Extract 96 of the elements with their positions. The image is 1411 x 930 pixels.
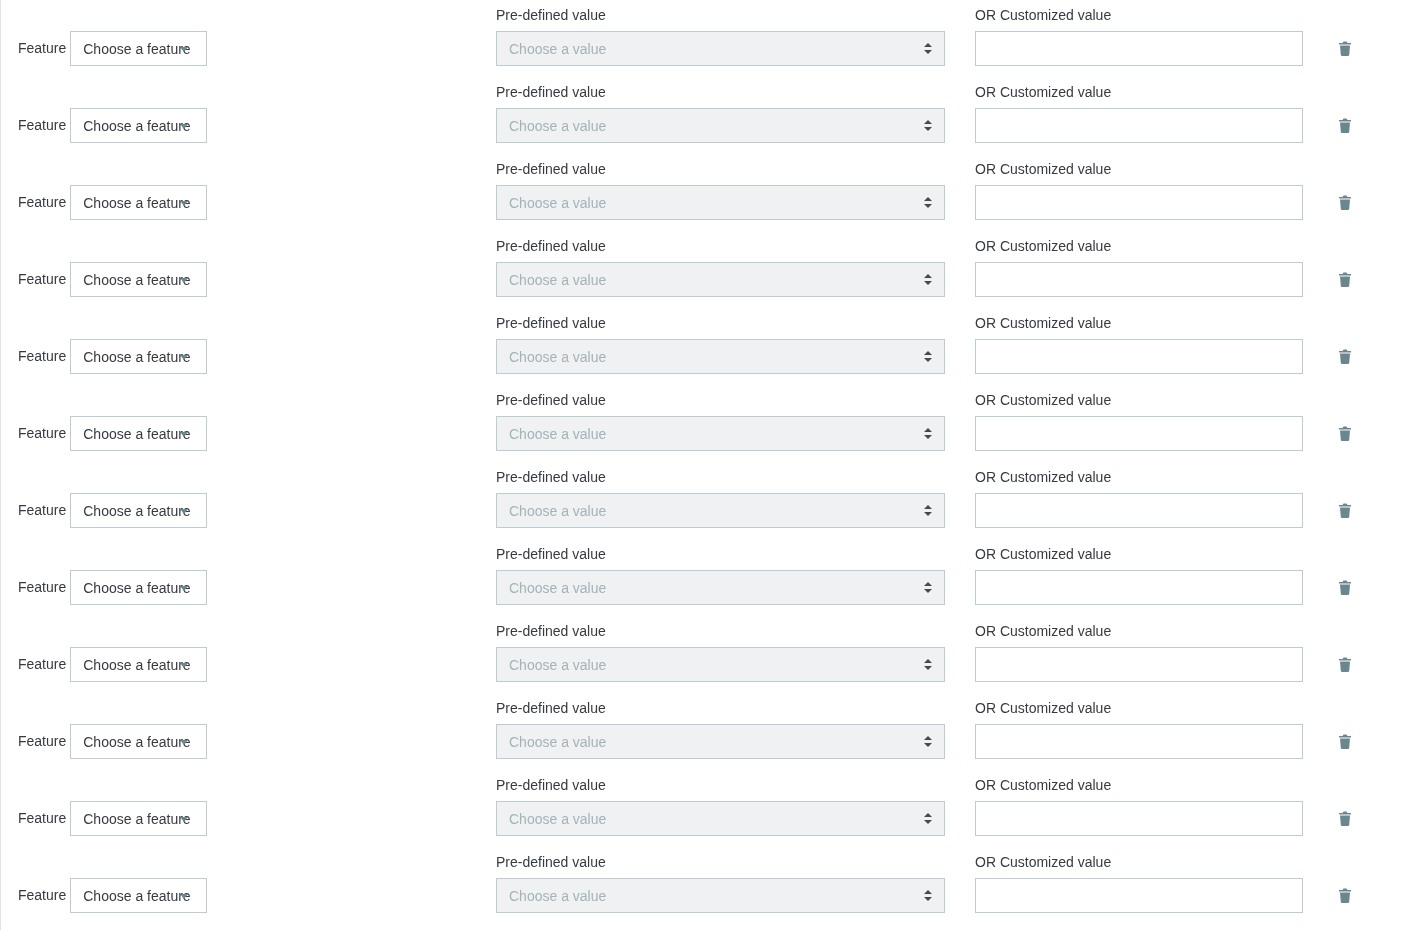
customized-value-label: OR Customized value bbox=[975, 546, 1113, 563]
caret-icon bbox=[180, 894, 189, 899]
sort-arrows-icon bbox=[924, 43, 932, 54]
sort-arrows-icon bbox=[924, 813, 932, 824]
feature-select[interactable]: Choose a feature bbox=[70, 801, 208, 836]
predefined-value-label: Pre-defined value bbox=[496, 7, 607, 24]
feature-label: Feature bbox=[18, 579, 67, 596]
predefined-value-label: Pre-defined value bbox=[496, 84, 607, 101]
sort-arrows-icon bbox=[924, 890, 932, 901]
sort-arrows-icon bbox=[924, 505, 932, 516]
feature-label: Feature bbox=[18, 271, 67, 288]
predefined-value-label: Pre-defined value bbox=[496, 469, 607, 486]
customized-value-label: OR Customized value bbox=[975, 315, 1113, 332]
caret-icon bbox=[180, 432, 189, 437]
customized-value-label: OR Customized value bbox=[975, 700, 1113, 717]
predefined-value-label: Pre-defined value bbox=[496, 238, 607, 255]
customized-value-label: OR Customized value bbox=[975, 84, 1113, 101]
customized-value-input[interactable] bbox=[975, 185, 1303, 220]
feature-label: Feature bbox=[18, 348, 67, 365]
trash-icon[interactable] bbox=[1339, 888, 1351, 903]
customized-value-input[interactable] bbox=[975, 262, 1303, 297]
customized-value-input[interactable] bbox=[975, 108, 1303, 143]
sort-arrows-icon bbox=[924, 197, 932, 208]
customized-value-input[interactable] bbox=[975, 416, 1303, 451]
feature-select[interactable]: Choose a feature bbox=[70, 185, 208, 220]
customized-value-label: OR Customized value bbox=[975, 238, 1113, 255]
feature-label: Feature bbox=[18, 810, 67, 827]
caret-icon bbox=[180, 586, 189, 591]
sort-arrows-icon bbox=[924, 428, 932, 439]
sort-arrows-icon bbox=[924, 582, 932, 593]
trash-icon[interactable] bbox=[1339, 811, 1351, 826]
feature-label: Feature bbox=[18, 40, 67, 57]
predefined-value-label: Pre-defined value bbox=[496, 161, 607, 178]
trash-icon[interactable] bbox=[1339, 426, 1351, 441]
customized-value-label: OR Customized value bbox=[975, 777, 1113, 794]
customized-value-input[interactable] bbox=[975, 339, 1303, 374]
trash-icon[interactable] bbox=[1339, 657, 1351, 672]
predefined-value-label: Pre-defined value bbox=[496, 546, 607, 563]
trash-icon[interactable] bbox=[1339, 272, 1351, 287]
customized-value-input[interactable] bbox=[975, 493, 1303, 528]
caret-icon bbox=[180, 124, 189, 129]
sort-arrows-icon bbox=[924, 274, 932, 285]
caret-icon bbox=[180, 663, 189, 668]
customized-value-label: OR Customized value bbox=[975, 854, 1113, 871]
feature-label: Feature bbox=[18, 425, 67, 442]
customized-value-input[interactable] bbox=[975, 570, 1303, 605]
sort-arrows-icon bbox=[924, 120, 932, 131]
trash-icon[interactable] bbox=[1339, 734, 1351, 749]
predefined-value-label: Pre-defined value bbox=[496, 315, 607, 332]
customized-value-input[interactable] bbox=[975, 31, 1303, 66]
caret-icon bbox=[180, 201, 189, 206]
sort-arrows-icon bbox=[924, 736, 932, 747]
feature-label: Feature bbox=[18, 656, 67, 673]
feature-select[interactable]: Choose a feature bbox=[70, 262, 208, 297]
feature-select[interactable]: Choose a feature bbox=[70, 570, 208, 605]
feature-select[interactable]: Choose a feature bbox=[70, 493, 208, 528]
feature-select[interactable]: Choose a feature bbox=[70, 647, 208, 682]
customized-value-input[interactable] bbox=[975, 724, 1303, 759]
feature-label: Feature bbox=[18, 502, 67, 519]
trash-icon[interactable] bbox=[1339, 118, 1351, 133]
feature-label: Feature bbox=[18, 733, 67, 750]
feature-select[interactable]: Choose a feature bbox=[70, 724, 208, 759]
customized-value-label: OR Customized value bbox=[975, 623, 1113, 640]
trash-icon[interactable] bbox=[1339, 503, 1351, 518]
predefined-value-label: Pre-defined value bbox=[496, 777, 607, 794]
customized-value-label: OR Customized value bbox=[975, 392, 1113, 409]
caret-icon bbox=[180, 509, 189, 514]
caret-icon bbox=[180, 817, 189, 822]
feature-select[interactable]: Choose a feature bbox=[70, 339, 208, 374]
trash-icon[interactable] bbox=[1339, 195, 1351, 210]
feature-select[interactable]: Choose a feature bbox=[70, 108, 208, 143]
customized-value-input[interactable] bbox=[975, 647, 1303, 682]
trash-icon[interactable] bbox=[1339, 41, 1351, 56]
predefined-value-label: Pre-defined value bbox=[496, 854, 607, 871]
predefined-value-label: Pre-defined value bbox=[496, 623, 607, 640]
customized-value-input[interactable] bbox=[975, 878, 1303, 913]
caret-icon bbox=[180, 355, 189, 360]
customized-value-label: OR Customized value bbox=[975, 161, 1113, 178]
feature-label: Feature bbox=[18, 194, 67, 211]
feature-label: Feature bbox=[18, 117, 67, 134]
trash-icon[interactable] bbox=[1339, 580, 1351, 595]
customized-value-label: OR Customized value bbox=[975, 469, 1113, 486]
caret-icon bbox=[180, 47, 189, 52]
predefined-value-label: Pre-defined value bbox=[496, 392, 607, 409]
predefined-value-label: Pre-defined value bbox=[496, 700, 607, 717]
sort-arrows-icon bbox=[924, 351, 932, 362]
feature-label: Feature bbox=[18, 887, 67, 904]
feature-select[interactable]: Choose a feature bbox=[70, 31, 208, 66]
caret-icon bbox=[180, 740, 189, 745]
trash-icon[interactable] bbox=[1339, 349, 1351, 364]
customized-value-input[interactable] bbox=[975, 801, 1303, 836]
sort-arrows-icon bbox=[924, 659, 932, 670]
feature-select[interactable]: Choose a feature bbox=[70, 416, 208, 451]
caret-icon bbox=[180, 278, 189, 283]
customized-value-label: OR Customized value bbox=[975, 7, 1113, 24]
feature-select[interactable]: Choose a feature bbox=[70, 878, 208, 913]
